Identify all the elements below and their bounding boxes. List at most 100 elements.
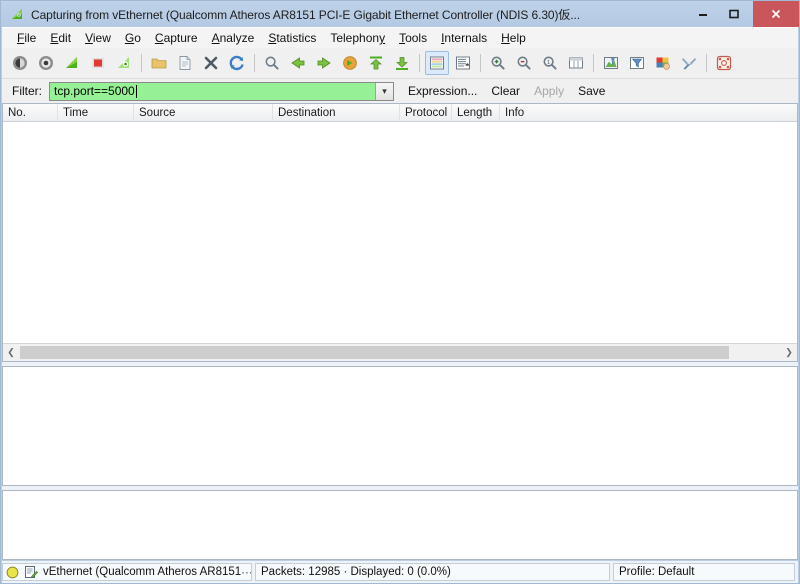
minimize-button[interactable] [687, 1, 718, 27]
go-to-packet-button[interactable] [338, 51, 362, 75]
go-forward-button[interactable] [312, 51, 336, 75]
capture-file-properties-icon[interactable] [24, 565, 38, 579]
menu-item-help[interactable]: Help [494, 30, 533, 46]
close-file-button[interactable] [199, 51, 223, 75]
stop-capture-options-icon [39, 56, 53, 70]
preferences-icon [682, 58, 696, 70]
column-header-info[interactable]: Info [500, 104, 797, 121]
zoom-reset-icon: 1 [543, 56, 557, 70]
menu-item-telephony[interactable]: Telephony [323, 30, 392, 46]
title-bar[interactable]: Capturing from vEthernet (Qualcomm Ather… [1, 1, 799, 27]
colorize-packet-list-button[interactable] [425, 51, 449, 75]
menu-item-tools[interactable]: Tools [392, 30, 434, 46]
menu-bar: File Edit View Go Capture Analyze Statis… [2, 27, 798, 48]
save-filter-button[interactable]: Save [578, 84, 605, 98]
packet-details-pane[interactable] [2, 366, 798, 486]
status-interface-cell[interactable]: vEthernet (Qualcomm Atheros AR8151 ⋯ [2, 563, 252, 581]
filter-toolbar: Filter: tcp.port==5000 ▾ Expression... C… [2, 79, 798, 103]
go-back-button[interactable] [286, 51, 310, 75]
auto-scroll-live-capture-button[interactable] [451, 51, 475, 75]
panes-container: No. Time Source Destination Protocol Len… [2, 103, 798, 560]
help-contents-button[interactable] [712, 51, 736, 75]
filter-label: Filter: [12, 84, 42, 98]
menu-item-file[interactable]: File [10, 30, 43, 46]
zoom-out-icon [517, 56, 531, 70]
open-file-button[interactable] [147, 51, 171, 75]
window-controls [687, 1, 799, 27]
column-header-length[interactable]: Length [452, 104, 500, 121]
chevron-right-icon[interactable]: ❯ [781, 345, 797, 361]
apply-filter-button[interactable]: Apply [534, 84, 564, 98]
yellow-circle-icon[interactable] [6, 566, 19, 579]
stop-capture-button[interactable] [86, 51, 110, 75]
svg-text:1: 1 [547, 60, 550, 66]
menu-item-internals[interactable]: Internals [434, 30, 494, 46]
hscrollbar-thumb[interactable] [20, 346, 729, 359]
zoom-in-button[interactable] [486, 51, 510, 75]
menu-item-go[interactable]: Go [118, 30, 148, 46]
maximize-icon [728, 9, 739, 19]
status-profile[interactable]: Profile: Default [613, 563, 795, 581]
close-file-icon [204, 56, 218, 70]
stop-capture-options-button[interactable] [34, 51, 58, 75]
start-capture-button[interactable] [8, 51, 32, 75]
go-to-last-packet-button[interactable] [390, 51, 414, 75]
restart-capture-button[interactable] [60, 51, 84, 75]
go-back-icon [291, 57, 305, 69]
column-header-source[interactable]: Source [134, 104, 273, 121]
capture-options-button[interactable] [112, 51, 136, 75]
wireshark-window: Capturing from vEthernet (Qualcomm Ather… [0, 0, 800, 584]
packet-list-pane[interactable]: No. Time Source Destination Protocol Len… [2, 103, 798, 362]
column-header-protocol[interactable]: Protocol [400, 104, 452, 121]
reload-file-button[interactable] [225, 51, 249, 75]
expression-button[interactable]: Expression... [408, 84, 477, 98]
display-filter-input[interactable]: tcp.port==5000 [50, 82, 375, 100]
packet-bytes-pane[interactable] [2, 490, 798, 560]
status-bar: vEthernet (Qualcomm Atheros AR8151 ⋯ Pac… [2, 561, 798, 583]
open-file-icon [151, 58, 167, 69]
text-caret [135, 84, 137, 98]
clear-filter-button[interactable]: Clear [491, 84, 520, 98]
resize-columns-button[interactable] [564, 51, 588, 75]
toolbar-separator [254, 54, 255, 72]
display-filter-combo[interactable]: tcp.port==5000 ▾ [49, 81, 394, 101]
main-toolbar: 1 [2, 48, 798, 79]
hscrollbar-track[interactable] [19, 345, 781, 360]
capture-filters-icon [604, 57, 618, 69]
menu-item-view[interactable]: View [78, 30, 118, 46]
column-header-time[interactable]: Time [58, 104, 134, 121]
auto-scroll-live-capture-icon [456, 56, 470, 70]
coloring-rules-button[interactable] [651, 51, 675, 75]
zoom-reset-button[interactable]: 1 [538, 51, 562, 75]
restart-capture-icon [66, 57, 77, 68]
column-header-no[interactable]: No. [3, 104, 58, 121]
column-header-destination[interactable]: Destination [273, 104, 400, 121]
close-icon [771, 9, 781, 19]
maximize-button[interactable] [718, 1, 749, 27]
start-capture-icon [13, 56, 27, 70]
display-filters-button[interactable] [625, 51, 649, 75]
zoom-in-icon [491, 56, 505, 70]
menu-item-capture[interactable]: Capture [148, 30, 205, 46]
toolbar-separator [480, 54, 481, 72]
menu-item-edit[interactable]: Edit [43, 30, 78, 46]
go-to-first-packet-button[interactable] [364, 51, 388, 75]
find-packet-icon [265, 56, 279, 70]
capture-filters-button[interactable] [599, 51, 623, 75]
preferences-button[interactable] [677, 51, 701, 75]
toolbar-separator [141, 54, 142, 72]
menu-item-statistics[interactable]: Statistics [261, 30, 323, 46]
packet-list-body[interactable] [3, 122, 797, 343]
zoom-out-button[interactable] [512, 51, 536, 75]
chevron-down-icon[interactable]: ▾ [375, 82, 393, 100]
packet-list-hscrollbar[interactable]: ❮ ❯ [3, 343, 797, 361]
wireshark-shark-fin-icon [9, 6, 25, 22]
find-packet-button[interactable] [260, 51, 284, 75]
status-interface-ellipsis: ⋯ [241, 565, 251, 579]
save-file-button[interactable] [173, 51, 197, 75]
menu-item-analyze[interactable]: Analyze [205, 30, 262, 46]
coloring-rules-icon [656, 57, 670, 70]
colorize-packet-list-icon [430, 56, 444, 70]
chevron-left-icon[interactable]: ❮ [3, 345, 19, 361]
close-button[interactable] [753, 1, 799, 27]
